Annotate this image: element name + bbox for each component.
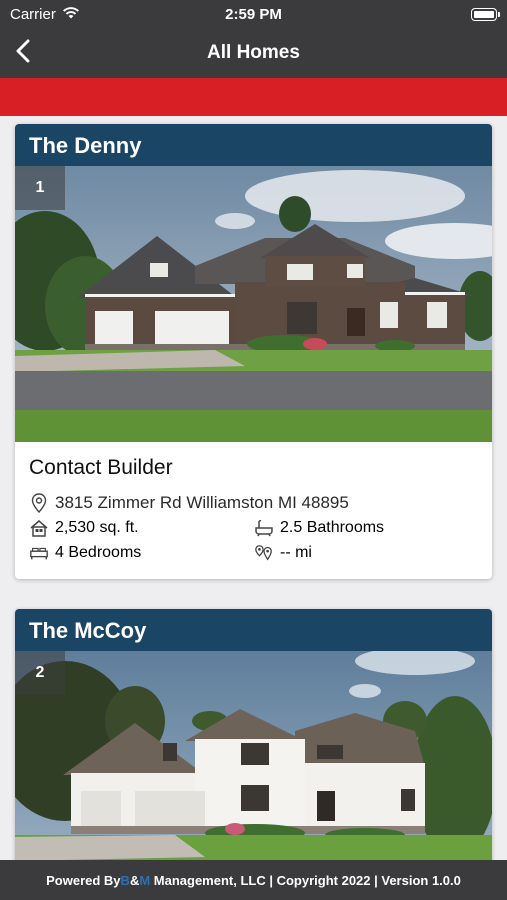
home-photo[interactable]: 1	[15, 166, 492, 442]
home-index-badge: 2	[15, 651, 65, 695]
map-pin-icon	[29, 492, 49, 513]
battery-icon	[471, 8, 500, 21]
map-pins-icon	[254, 543, 274, 563]
sqft-text: 2,530 sq. ft.	[55, 518, 139, 536]
home-details: Contact Builder 3815 Zimmer Rd Williamst…	[15, 442, 492, 579]
status-bar: Carrier 2:59 PM	[0, 0, 507, 30]
address-text: 3815 Zimmer Rd Williamston MI 48895	[55, 492, 349, 512]
address-row: 3815 Zimmer Rd Williamston MI 48895	[29, 490, 478, 515]
bathtub-icon	[254, 518, 274, 538]
homes-list[interactable]: The Denny 1 Contact Builder 3815 Zimmer …	[0, 116, 507, 860]
bedrooms-text: 4 Bedrooms	[55, 543, 142, 561]
footer-prefix: Powered By	[46, 872, 121, 888]
accent-banner	[0, 78, 507, 116]
distance-text: -- mi	[280, 543, 312, 561]
home-index-badge: 1	[15, 166, 65, 210]
home-card[interactable]: The McCoy 2	[15, 609, 492, 860]
home-card[interactable]: The Denny 1 Contact Builder 3815 Zimmer …	[15, 124, 492, 579]
footer: Powered By B & M Management, LLC | Copyr…	[0, 860, 507, 900]
status-time: 2:59 PM	[225, 6, 282, 23]
home-photo[interactable]: 2	[15, 651, 492, 860]
bathrooms-text: 2.5 Bathrooms	[280, 518, 385, 536]
brand-ampersand: &	[129, 872, 140, 888]
contact-builder-label[interactable]: Contact Builder	[29, 456, 478, 480]
house-icon	[29, 518, 49, 538]
home-title: The Denny	[15, 124, 492, 166]
navigation-bar: All Homes	[0, 30, 507, 78]
home-specs: 2,530 sq. ft. 2.5 Bathrooms 4 Bedrooms -…	[29, 515, 478, 565]
home-title: The McCoy	[15, 609, 492, 651]
footer-suffix: Management, LLC | Copyright 2022 | Versi…	[150, 872, 461, 888]
brand-m: M	[139, 872, 151, 888]
bed-icon	[29, 543, 49, 563]
page-title: All Homes	[207, 42, 300, 63]
brand-b: B	[120, 872, 130, 888]
